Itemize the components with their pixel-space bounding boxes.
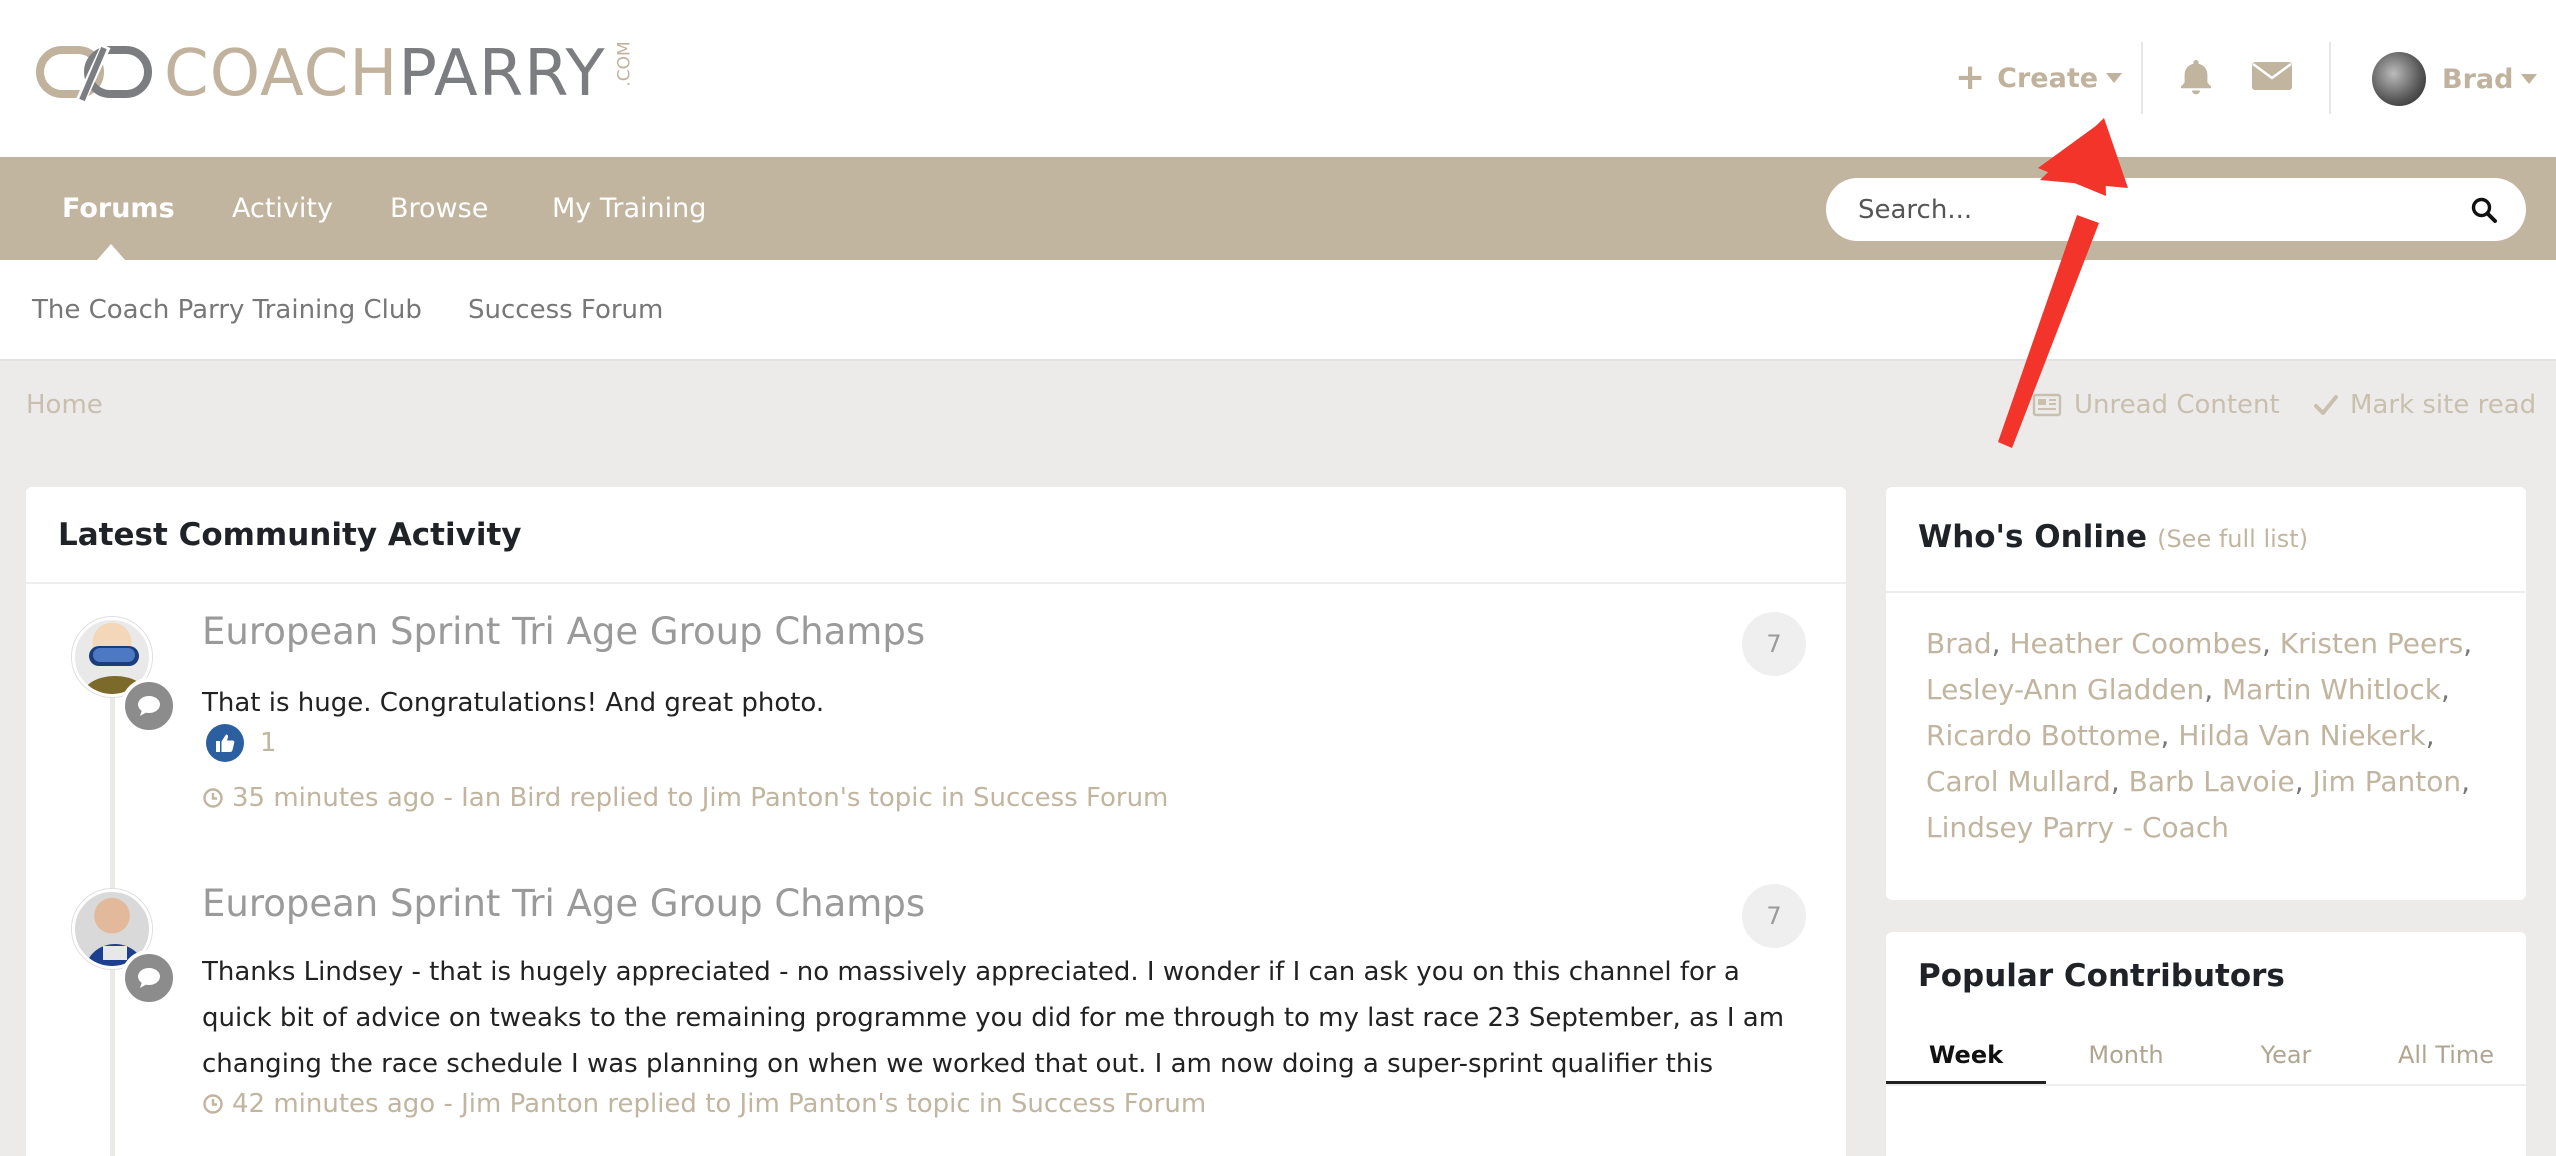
reply-count-badge: 7 (1742, 612, 1806, 676)
topic-title-link[interactable]: European Sprint Tri Age Group Champs (202, 610, 925, 653)
latest-activity-card: Latest Community Activity European Sprin… (26, 487, 1846, 1156)
search-box (1826, 178, 2526, 241)
check-icon (2314, 395, 2338, 415)
chevron-down-icon (2521, 74, 2538, 84)
card-title: Latest Community Activity (58, 517, 522, 553)
logo-com-text: .COM (614, 41, 635, 87)
thumbs-up-glyph-icon (216, 734, 235, 752)
header-divider (2329, 42, 2331, 114)
list-separator: , (2110, 765, 2129, 798)
site-header: COACHPARRY .COM + Create Brad (0, 0, 2556, 157)
breadcrumb-home[interactable]: Home (26, 390, 103, 420)
chevron-down-icon (2106, 73, 2123, 83)
mark-site-read-label: Mark site read (2350, 390, 2537, 420)
user-menu[interactable]: Brad (2372, 52, 2538, 106)
list-separator: , (2294, 765, 2313, 798)
online-user-link[interactable]: Hilda Van Niekerk (2178, 719, 2425, 752)
popular-contributors-card: Popular Contributors Week Month Year All… (1886, 932, 2526, 1156)
online-user-link[interactable]: Brad (1926, 627, 1992, 660)
subnav-item-training-club[interactable]: The Coach Parry Training Club (32, 260, 422, 361)
tab-year[interactable]: Year (2206, 1024, 2366, 1084)
list-separator: , (2461, 765, 2471, 798)
active-nav-pointer (97, 244, 125, 260)
contributor-period-tabs: Week Month Year All Time (1886, 1024, 2526, 1086)
activity-meta: 42 minutes ago - Jim Panton replied to J… (202, 1089, 1206, 1119)
list-separator: , (2425, 719, 2435, 752)
see-full-list-link[interactable]: (See full list) (2157, 525, 2308, 553)
list-separator: , (1991, 627, 2010, 660)
tab-all-time[interactable]: All Time (2366, 1024, 2526, 1084)
card-header: Latest Community Activity (26, 487, 1846, 584)
list-separator: , (2160, 719, 2179, 752)
nav-item-my-training[interactable]: My Training (552, 157, 706, 260)
online-user-link[interactable]: Jim Panton (2313, 765, 2462, 798)
online-user-link[interactable]: Carol Mullard (1926, 765, 2111, 798)
whos-online-card: Who's Online (See full list) Brad, Heath… (1886, 487, 2526, 900)
activity-meta-text: 35 minutes ago - Ian Bird replied to Jim… (232, 783, 1169, 813)
logo-coach-text: COACH (164, 37, 399, 111)
topic-title-link[interactable]: European Sprint Tri Age Group Champs (202, 882, 925, 925)
nav-item-browse[interactable]: Browse (390, 157, 488, 260)
post-excerpt: Thanks Lindsey - that is hugely apprecia… (202, 957, 1785, 1079)
subnav-item-success-forum[interactable]: Success Forum (468, 260, 663, 361)
list-separator: , (2440, 673, 2450, 706)
logo-parry-text: PARRY (398, 37, 606, 111)
card-header: Popular Contributors (1886, 932, 2526, 1024)
post-excerpt: That is huge. Congratulations! And great… (202, 688, 825, 718)
annotation-arrow-icon (1998, 118, 2128, 448)
list-separator: , (2463, 627, 2473, 660)
create-button[interactable]: + Create (1955, 57, 2123, 98)
online-user-link[interactable]: Lesley-Ann Gladden (1926, 673, 2204, 706)
clock-icon (203, 788, 223, 808)
tab-month[interactable]: Month (2046, 1024, 2206, 1084)
list-separator: , (2204, 673, 2223, 706)
reply-count-badge: 7 (1742, 884, 1806, 948)
activity-meta-text: 42 minutes ago - Jim Panton replied to J… (232, 1089, 1207, 1119)
online-user-link[interactable]: Ricardo Bottome (1926, 719, 2161, 752)
list-separator: , (2261, 627, 2280, 660)
activity-meta: 35 minutes ago - Ian Bird replied to Jim… (202, 783, 1168, 813)
online-user-link[interactable]: Martin Whitlock (2222, 673, 2441, 706)
card-title: Who's Online (1918, 519, 2148, 555)
online-user-link[interactable]: Lindsey Parry - Coach (1926, 811, 2229, 844)
like-count: 1 (260, 728, 277, 758)
thumbs-up-icon (206, 724, 244, 762)
card-header: Who's Online (See full list) (1886, 487, 2526, 593)
card-title: Popular Contributors (1918, 958, 2285, 994)
search-icon[interactable] (2470, 196, 2498, 224)
avatar (2372, 52, 2426, 106)
comment-icon (138, 696, 160, 716)
clock-icon (203, 1094, 223, 1114)
reaction-summary[interactable]: 1 (206, 724, 277, 762)
envelope-icon[interactable] (2250, 56, 2294, 96)
comment-badge (121, 678, 177, 734)
nav-item-activity[interactable]: Activity (232, 157, 333, 260)
tab-week[interactable]: Week (1886, 1024, 2046, 1084)
create-label: Create (1997, 62, 2099, 94)
user-name: Brad (2442, 63, 2514, 95)
plus-icon: + (1955, 57, 1986, 98)
mark-site-read-link[interactable]: Mark site read (2314, 390, 2536, 420)
logo-wordmark: COACHPARRY .COM (164, 40, 651, 108)
online-user-list: Brad, Heather Coombes, Kristen Peers, Le… (1886, 593, 2526, 851)
coachparry-logo[interactable]: COACHPARRY .COM (36, 40, 651, 108)
online-user-link[interactable]: Barb Lavoie (2129, 765, 2295, 798)
bell-icon[interactable] (2176, 56, 2216, 96)
header-divider (2141, 42, 2143, 114)
online-user-link[interactable]: Heather Coombes (2009, 627, 2261, 660)
logo-mark-icon (36, 43, 152, 105)
comment-badge (121, 950, 177, 1006)
comment-icon (138, 968, 160, 988)
sub-nav: The Coach Parry Training Club Success Fo… (0, 260, 2556, 361)
online-user-link[interactable]: Kristen Peers (2280, 627, 2464, 660)
